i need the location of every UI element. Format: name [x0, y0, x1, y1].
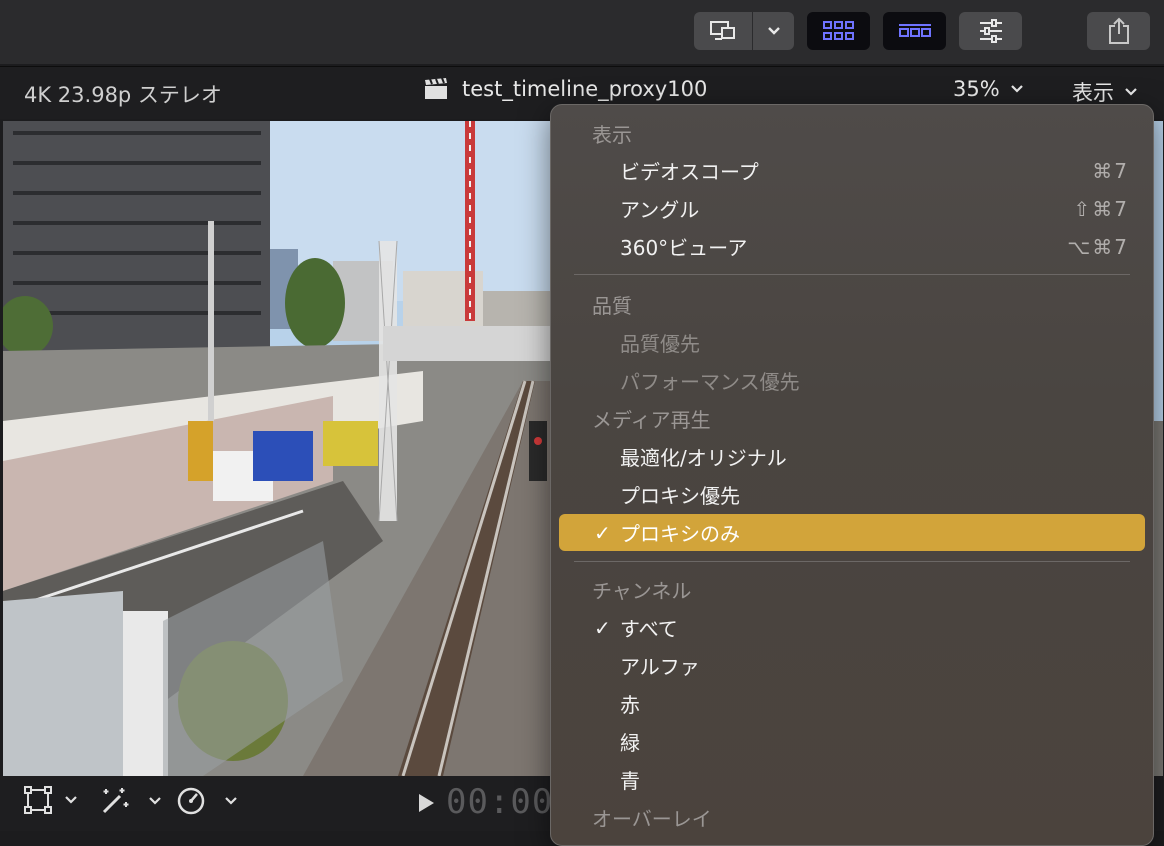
menu-section-media-playback: メディア再生 — [592, 408, 711, 432]
share-button[interactable] — [1087, 12, 1150, 50]
menu-item-label: 品質優先 — [620, 332, 700, 356]
share-icon — [1108, 17, 1129, 44]
menu-item-label: 赤 — [620, 693, 640, 717]
menu-item-performance-first: パフォーマンス優先 — [559, 362, 1145, 399]
menu-item-label: 最適化/オリジナル — [620, 446, 787, 470]
play-icon — [419, 794, 434, 812]
enhancements-menu[interactable] — [98, 786, 162, 816]
transform-menu[interactable] — [24, 786, 78, 814]
display-options-button[interactable] — [753, 12, 794, 50]
chevron-down-icon — [1125, 88, 1137, 96]
display-icon — [710, 21, 735, 40]
chevron-down-icon — [1010, 85, 1023, 93]
menu-item-red[interactable]: 赤 — [559, 685, 1145, 722]
menu-item-proxy-only[interactable]: ✓ プロキシのみ — [559, 514, 1145, 551]
retime-menu[interactable] — [176, 786, 238, 816]
menu-item-quality-first: 品質優先 — [559, 324, 1145, 361]
inspector-sliders-icon — [979, 19, 1002, 43]
timeline-toggle-button[interactable] — [883, 12, 946, 50]
menu-item-optimized-original[interactable]: 最適化/オリジナル — [559, 438, 1145, 475]
menu-section-quality: 品質 — [592, 294, 632, 318]
menu-item-all-channels[interactable]: ✓ すべて — [559, 609, 1145, 646]
magic-wand-icon — [102, 788, 129, 814]
chevron-down-icon — [225, 797, 237, 805]
timecode-display: 00:00: — [446, 782, 550, 822]
clapper-icon — [425, 78, 447, 99]
menu-item-proxy-preferred[interactable]: プロキシ優先 — [559, 476, 1145, 513]
menu-separator — [574, 274, 1130, 275]
menu-item-360-viewer[interactable]: 360°ビューア ⌥⌘7 — [559, 228, 1145, 265]
menu-item-label: 360°ビューア — [620, 236, 748, 260]
menu-item-shortcut: ⌥⌘7 — [1067, 234, 1129, 259]
chevron-down-icon — [149, 797, 161, 805]
menu-section-overlay: オーバーレイ — [592, 807, 712, 831]
menu-item-video-scopes[interactable]: ビデオスコープ ⌘7 — [559, 152, 1145, 189]
chevron-down-icon — [65, 796, 77, 804]
zoom-menu[interactable]: 35% — [953, 77, 1024, 101]
display-button[interactable] — [694, 12, 752, 50]
menu-item-blue[interactable]: 青 — [559, 761, 1145, 798]
menu-item-label: アルファ — [620, 655, 700, 679]
view-menu-button[interactable]: 表示 — [1072, 77, 1138, 107]
menu-item-shortcut: ⇧⌘7 — [1073, 196, 1129, 221]
browser-grid-icon — [822, 21, 854, 40]
view-dropdown-menu: 表示 ビデオスコープ ⌘7 アングル ⇧⌘7 360°ビューア ⌥⌘7 品質 品… — [550, 104, 1154, 846]
checkmark-icon: ✓ — [594, 520, 611, 545]
menu-item-green[interactable]: 緑 — [559, 723, 1145, 760]
menu-section-view: 表示 — [592, 123, 632, 147]
checkmark-icon: ✓ — [594, 615, 611, 640]
inspector-toggle-button[interactable] — [959, 12, 1022, 50]
chevron-down-icon — [767, 27, 780, 35]
menu-item-alpha[interactable]: アルファ — [559, 647, 1145, 684]
transform-crop-icon — [24, 786, 52, 814]
zoom-value: 35% — [953, 77, 1000, 101]
menu-item-label: プロキシ優先 — [620, 484, 740, 508]
menu-item-label: 緑 — [620, 731, 640, 755]
clip-title: test_timeline_proxy100 — [462, 77, 708, 101]
menu-item-label: ビデオスコープ — [620, 160, 759, 184]
view-menu-label: 表示 — [1072, 81, 1114, 105]
top-toolbar — [0, 0, 1164, 64]
menu-separator — [574, 561, 1130, 562]
browser-toggle-button[interactable] — [807, 12, 870, 50]
play-button[interactable] — [416, 792, 436, 814]
menu-item-label: すべて — [620, 617, 678, 641]
format-label: 4K 23.98p ステレオ — [24, 83, 222, 107]
timeline-icon — [898, 24, 931, 37]
menu-item-shortcut: ⌘7 — [1092, 158, 1129, 183]
speedometer-icon — [177, 787, 205, 815]
menu-item-label: パフォーマンス優先 — [620, 370, 800, 394]
menu-item-label: プロキシのみ — [620, 522, 740, 546]
menu-item-label: 青 — [620, 769, 640, 793]
menu-section-channels: チャンネル — [592, 579, 692, 603]
clip-title-group: test_timeline_proxy100 — [424, 77, 707, 101]
menu-item-angles[interactable]: アングル ⇧⌘7 — [559, 190, 1145, 227]
menu-item-label: アングル — [620, 198, 700, 222]
